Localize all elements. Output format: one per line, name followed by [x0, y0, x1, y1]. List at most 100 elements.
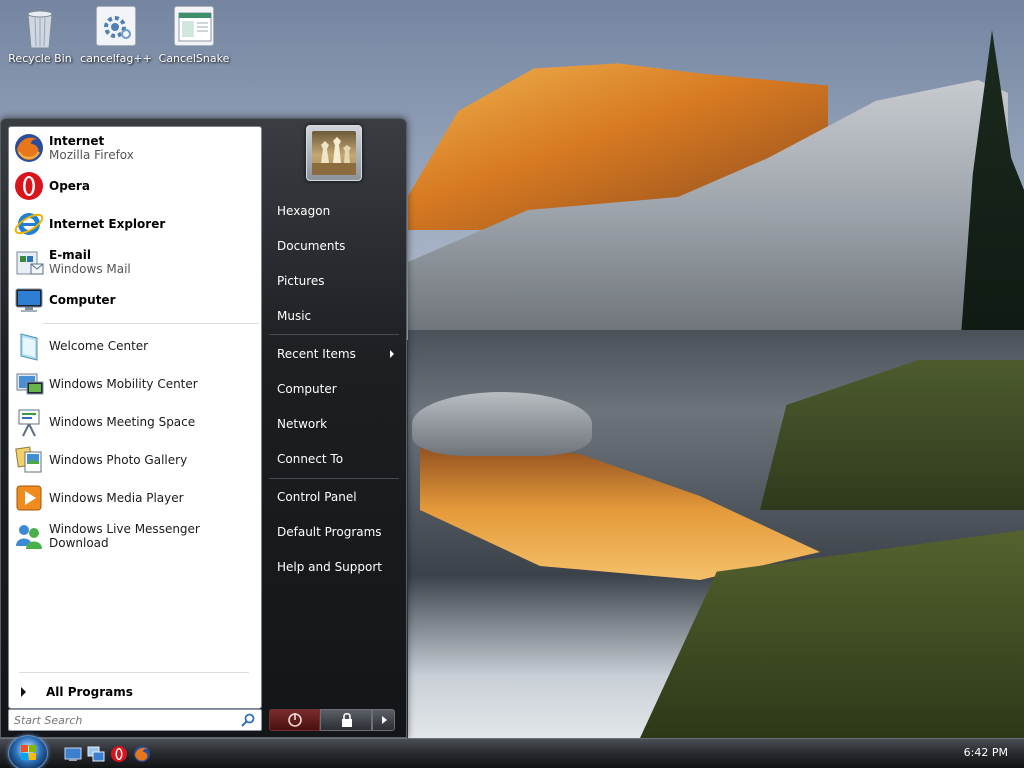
- recent-item-text: Windows Photo Gallery: [49, 453, 187, 467]
- pinned-item-text: Opera: [49, 179, 90, 193]
- right-item-connect-to[interactable]: Connect To: [268, 445, 400, 473]
- right-item-label: Control Panel: [277, 490, 357, 504]
- arrow-right-icon: [382, 716, 387, 724]
- pinned-item-email[interactable]: E-mail Windows Mail: [13, 244, 259, 280]
- recent-item-messenger[interactable]: Windows Live Messenger Download: [13, 518, 259, 554]
- right-item-label: Help and Support: [277, 560, 382, 574]
- right-item-control-panel[interactable]: Control Panel: [268, 483, 400, 511]
- recent-item-meeting-space[interactable]: Windows Meeting Space: [13, 404, 259, 440]
- right-item-pictures[interactable]: Pictures: [268, 267, 400, 295]
- desktop-icon-label: Recycle Bin: [8, 52, 72, 65]
- pinned-item-title: E-mail: [49, 248, 92, 262]
- firefox-icon: [13, 132, 45, 164]
- pinned-item-subtitle: Mozilla Firefox: [49, 148, 134, 162]
- right-item-label: Documents: [277, 239, 346, 253]
- pinned-item-subtitle: Windows Mail: [49, 262, 131, 276]
- recent-item-label: Windows Live Messenger Download: [49, 522, 200, 550]
- desktop-icon-label: CancelSnake: [158, 52, 230, 65]
- recycle-bin-icon: [20, 6, 60, 49]
- pinned-item-internet-explorer[interactable]: Internet Explorer: [13, 206, 259, 242]
- triangle-right-icon: [21, 687, 26, 697]
- pinned-item-text: E-mail Windows Mail: [49, 248, 131, 276]
- taskbar-clock[interactable]: 6:42 PM: [964, 746, 1008, 759]
- windows-mail-icon: [13, 246, 45, 278]
- desktop-icon-cancelfag[interactable]: cancelfag++: [78, 6, 154, 65]
- desktop-icon-cancelsnake[interactable]: CancelSnake: [156, 6, 232, 65]
- all-programs-separator: [19, 672, 249, 673]
- taskbar: 6:42 PM: [0, 735, 1024, 768]
- start-search-box: [8, 709, 262, 731]
- show-desktop-icon[interactable]: [64, 745, 82, 763]
- firefox-icon[interactable]: [133, 745, 151, 763]
- right-item-label: Recent Items: [277, 347, 356, 361]
- power-buttons: [269, 709, 395, 731]
- app-window-icon: [174, 6, 214, 46]
- all-programs-button[interactable]: All Programs: [13, 679, 259, 705]
- recent-item-text: Welcome Center: [49, 339, 148, 353]
- pinned-item-text: Internet Mozilla Firefox: [49, 134, 134, 162]
- recent-item-text: Windows Live Messenger Download: [49, 522, 259, 550]
- settings-app-icon: [96, 6, 136, 46]
- desktop-icon-label: cancelfag++: [80, 52, 152, 65]
- right-item-label: Computer: [277, 382, 337, 396]
- pinned-item-title: Opera: [49, 179, 90, 193]
- right-separator: [269, 334, 399, 335]
- pinned-item-title: Internet: [49, 134, 105, 148]
- recent-item-mobility-center[interactable]: Windows Mobility Center: [13, 366, 259, 402]
- media-player-icon: [13, 482, 45, 514]
- right-separator: [269, 478, 399, 479]
- recent-item-label: Windows Photo Gallery: [49, 453, 188, 467]
- lock-button[interactable]: [320, 709, 372, 731]
- right-item-computer[interactable]: Computer: [268, 375, 400, 403]
- user-picture[interactable]: [306, 125, 362, 181]
- right-item-network[interactable]: Network: [268, 410, 400, 438]
- right-item-documents[interactable]: Documents: [268, 232, 400, 260]
- recent-item-label: Windows Media Player: [49, 491, 184, 505]
- submenu-arrow-icon: [390, 350, 394, 358]
- meeting-space-icon: [13, 406, 45, 438]
- right-item-default-programs[interactable]: Default Programs: [268, 518, 400, 546]
- pinned-item-opera[interactable]: Opera: [13, 168, 259, 204]
- chess-pieces-picture: [312, 131, 356, 175]
- recent-item-media-player[interactable]: Windows Media Player: [13, 480, 259, 516]
- all-programs-label: All Programs: [46, 685, 133, 699]
- right-item-recent-items[interactable]: Recent Items: [268, 340, 400, 368]
- shutdown-options-button[interactable]: [372, 709, 395, 731]
- recent-item-label: Windows Meeting Space: [49, 415, 196, 429]
- internet-explorer-icon: [13, 208, 45, 240]
- opera-icon[interactable]: [110, 745, 128, 763]
- programs-pane: Internet Mozilla Firefox Opera Internet …: [8, 126, 262, 709]
- pinned-item-title: Internet Explorer: [49, 217, 166, 231]
- pinned-item-computer[interactable]: Computer: [13, 282, 259, 318]
- switch-windows-icon[interactable]: [87, 745, 105, 763]
- start-menu: Internet Mozilla Firefox Opera Internet …: [0, 118, 407, 738]
- windows-logo-icon: [21, 745, 36, 760]
- opera-icon: [13, 170, 45, 202]
- right-item-music[interactable]: Music: [268, 302, 400, 330]
- recent-item-text: Windows Meeting Space: [49, 415, 195, 429]
- right-item-label: Network: [277, 417, 328, 431]
- recent-item-text: Windows Media Player: [49, 491, 184, 505]
- wallpaper-rock: [412, 392, 592, 456]
- search-icon[interactable]: [240, 712, 256, 728]
- messenger-icon: [13, 520, 45, 552]
- recent-item-welcome-center[interactable]: Welcome Center: [13, 328, 259, 364]
- welcome-center-icon: [13, 330, 45, 362]
- right-item-help-and-support[interactable]: Help and Support: [268, 553, 400, 581]
- pinned-item-internet[interactable]: Internet Mozilla Firefox: [13, 130, 259, 166]
- recent-item-text: Windows Mobility Center: [49, 377, 198, 391]
- recent-item-photo-gallery[interactable]: Windows Photo Gallery: [13, 442, 259, 478]
- right-item-hexagon[interactable]: Hexagon: [268, 197, 400, 225]
- start-search-input[interactable]: [14, 711, 236, 729]
- right-item-label: Pictures: [277, 274, 325, 288]
- pinned-separator: [43, 323, 259, 324]
- right-item-label: Hexagon: [277, 204, 331, 218]
- power-icon: [288, 713, 302, 727]
- right-item-label: Connect To: [277, 452, 344, 466]
- power-button[interactable]: [269, 709, 320, 731]
- recent-item-label: Windows Mobility Center: [49, 377, 198, 391]
- photo-gallery-icon: [13, 444, 45, 476]
- right-item-label: Music: [277, 309, 312, 323]
- desktop-icon-recycle-bin[interactable]: Recycle Bin: [2, 6, 78, 65]
- start-button[interactable]: [8, 735, 48, 768]
